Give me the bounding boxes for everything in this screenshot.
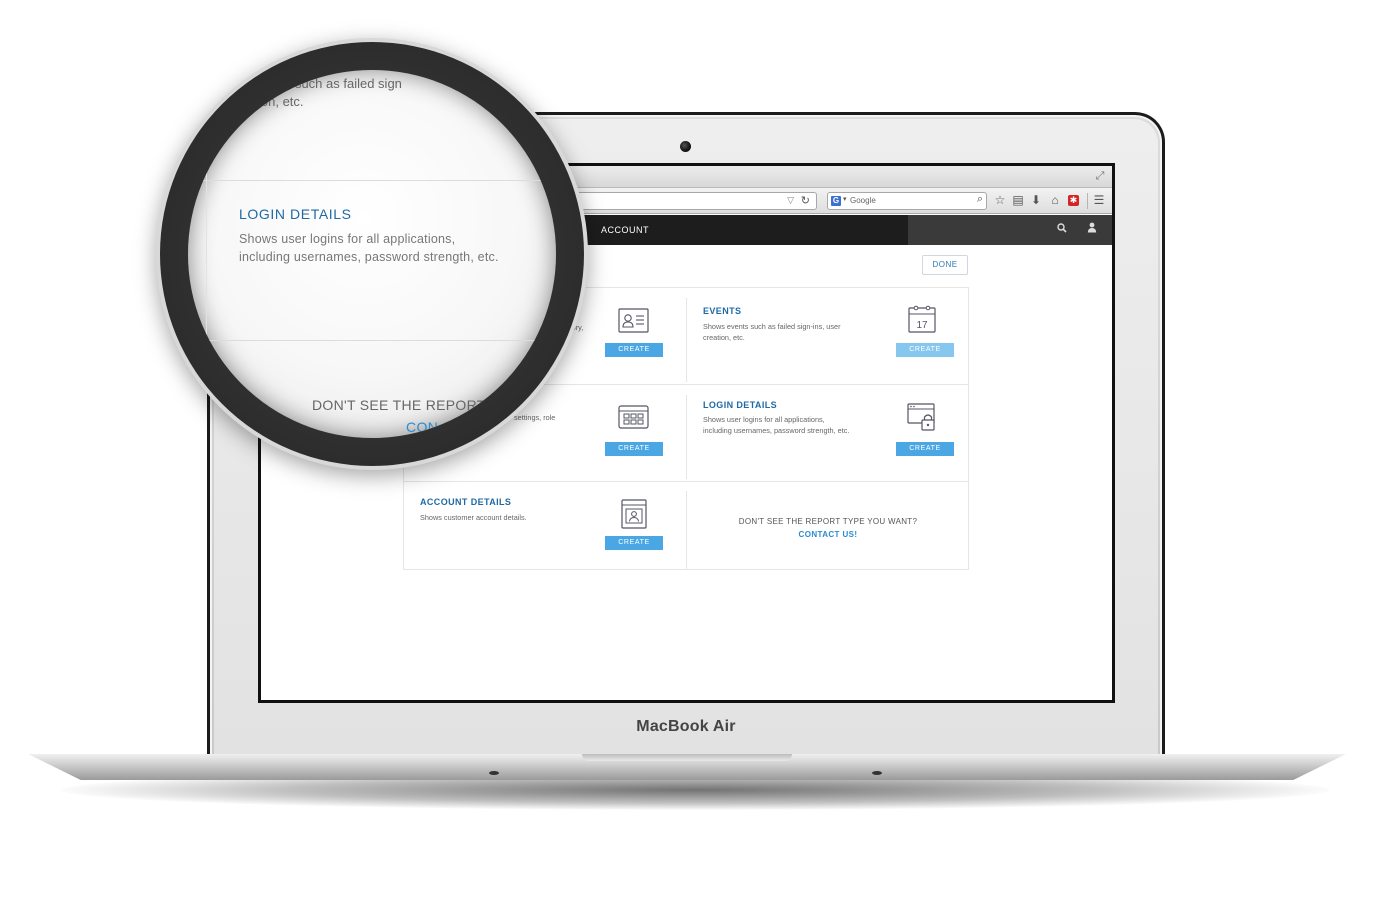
grid-divider — [404, 481, 968, 482]
magnified-divider — [206, 70, 207, 438]
user-icon[interactable] — [1087, 222, 1097, 236]
laptop-foot — [489, 771, 499, 775]
card-description: Shows user logins for all applications, — [703, 415, 825, 424]
toolbar-divider — [1087, 193, 1088, 209]
card-description: creation, etc. — [703, 333, 745, 342]
calendar-day-number: 17 — [916, 320, 928, 331]
grid-window-icon — [617, 403, 651, 435]
reload-icon[interactable]: ↻ — [801, 194, 810, 207]
grid-divider — [686, 298, 687, 382]
magnified-desc-line: including usernames, password strength, … — [239, 250, 499, 264]
search-icon[interactable] — [1057, 223, 1067, 236]
grid-divider — [686, 395, 687, 479]
magnified-card-title: LOGIN DETAILS — [239, 206, 352, 222]
magnified-desc-line: Shows user logins for all applications, — [239, 232, 456, 246]
card-title: EVENTS — [703, 306, 742, 316]
magnified-card-description: Shows user logins for all applications, … — [239, 230, 499, 266]
addon-icon[interactable]: ✱ — [1068, 195, 1079, 206]
search-placeholder: Google — [850, 196, 876, 205]
google-icon[interactable]: G — [831, 196, 841, 206]
magnified-divider — [188, 340, 556, 341]
magnified-content: nts such as failed sign ion, etc. LOGIN … — [188, 70, 556, 438]
id-card-icon — [617, 306, 651, 338]
card-description: including usernames, password strength, … — [703, 426, 850, 435]
device-brand-label: MacBook Air — [636, 718, 736, 735]
search-icon[interactable]: ⌕ — [977, 193, 983, 206]
download-icon[interactable]: ⬇ — [1029, 193, 1043, 207]
done-button[interactable]: DONE — [922, 255, 968, 275]
magnified-contact-link: CON — [406, 419, 439, 435]
account-book-icon — [617, 498, 651, 530]
grid-divider — [686, 491, 687, 569]
magnified-text-fragment: ion, etc. — [258, 94, 304, 109]
magnified-text-fragment: nts such as failed sign — [274, 76, 402, 91]
fullscreen-icon[interactable]: ⤢ — [1094, 170, 1106, 182]
create-button[interactable]: CREATE — [605, 536, 663, 550]
calendar-icon: 17 — [906, 304, 940, 336]
home-icon[interactable]: ⌂ — [1048, 193, 1062, 207]
laptop-foot — [872, 771, 882, 775]
bookmarks-list-icon[interactable]: ▤ — [1011, 193, 1025, 207]
engine-dropdown-icon[interactable]: ▾ — [843, 195, 847, 203]
missing-report-prompt: DON'T SEE THE REPORT TYPE YOU WANT? — [738, 517, 918, 526]
card-description: Shows events such as failed sign-ins, us… — [703, 322, 841, 331]
laptop-notch — [582, 754, 792, 761]
bookmark-star-icon[interactable]: ☆ — [993, 193, 1007, 207]
magnifier-lens: nts such as failed sign ion, etc. LOGIN … — [188, 70, 556, 438]
create-button[interactable]: CREATE — [605, 343, 663, 357]
menu-icon[interactable]: ☰ — [1092, 193, 1106, 207]
magnified-divider — [188, 180, 556, 181]
camera-icon — [680, 141, 691, 152]
create-button[interactable]: CREATE — [896, 442, 954, 456]
create-button[interactable]: CREATE — [896, 343, 954, 357]
card-title: ACCOUNT DETAILS — [420, 497, 512, 507]
card-description: Shows customer account details. — [420, 513, 527, 522]
dropdown-arrow-icon[interactable]: ▽ — [787, 195, 794, 206]
contact-us-link[interactable]: CONTACT US! — [704, 530, 952, 539]
search-input[interactable]: G ▾ Google ⌕ — [827, 192, 987, 210]
window-lock-icon — [905, 401, 939, 433]
nav-item-account[interactable]: ACCOUNT — [601, 225, 649, 235]
magnified-missing-prompt: DON'T SEE THE REPORT T — [312, 397, 499, 413]
create-button[interactable]: CREATE — [605, 442, 663, 456]
card-title: LOGIN DETAILS — [703, 400, 778, 410]
